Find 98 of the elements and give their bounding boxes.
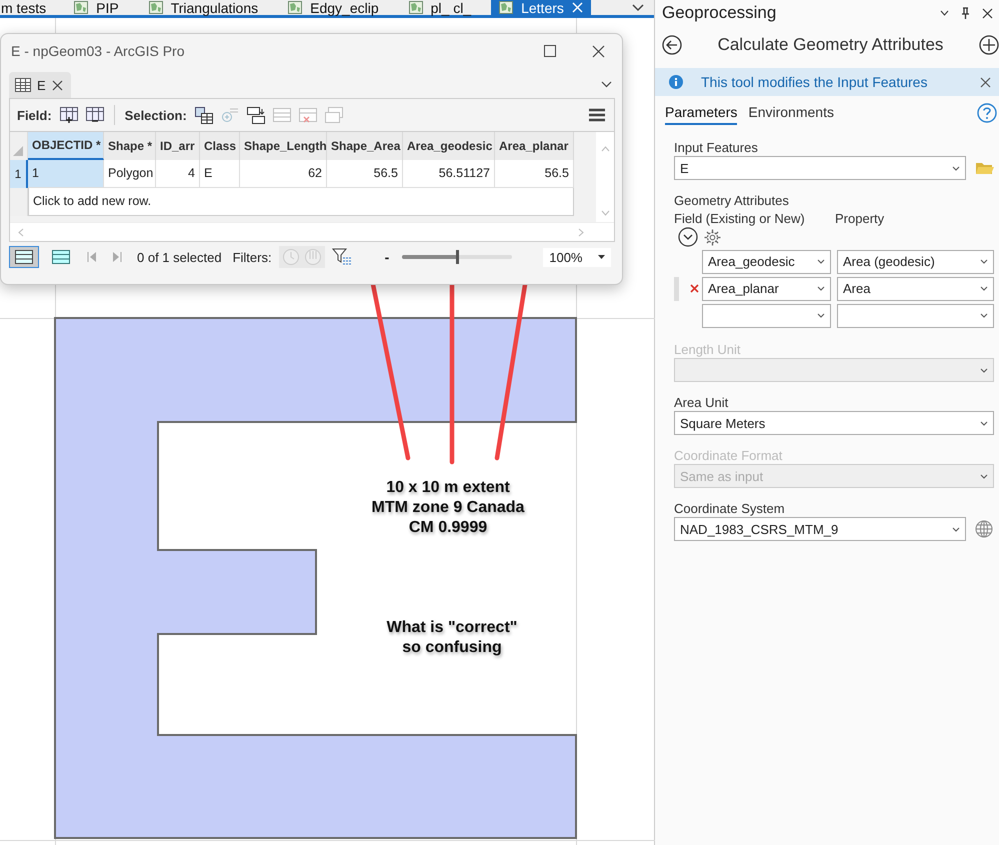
property-dropdown[interactable]: Area <box>837 276 994 300</box>
filters-label: Filters: <box>232 250 272 264</box>
chevron-down-icon[interactable] <box>817 313 825 318</box>
map-tab[interactable]: m tests <box>0 0 58 15</box>
chevron-down-icon[interactable] <box>980 286 988 291</box>
table-tab[interactable]: E <box>9 72 71 98</box>
chevron-down-icon[interactable] <box>817 286 825 291</box>
annotation-text: 10 x 10 m extent MTM zone 9 Canada CM 0.9999 <box>370 478 526 538</box>
zoom-slider[interactable] <box>402 250 512 264</box>
info-message: This tool modifies the Input Features <box>701 74 928 90</box>
chevron-down-icon[interactable] <box>940 10 949 16</box>
chevron-down-icon[interactable] <box>952 526 960 532</box>
select-by-attributes-icon[interactable] <box>194 106 213 124</box>
parameter-label: Geometry Attributes <box>674 193 790 209</box>
pin-icon[interactable] <box>961 7 970 19</box>
add-row-hint[interactable]: Click to add new row. <box>28 188 574 216</box>
pane-tab[interactable]: Environments <box>748 102 834 124</box>
column-header[interactable]: Area_geodesic <box>403 132 495 160</box>
area-unit-dropdown[interactable]: Square Meters <box>674 411 994 435</box>
field-label: Field: <box>17 108 52 122</box>
chevron-down-icon[interactable] <box>980 368 988 372</box>
column-header[interactable]: Shape * <box>104 132 156 160</box>
parameter-label: Coordinate System <box>674 501 786 517</box>
row-number: 1 <box>10 160 28 188</box>
map-tab[interactable]: Edgy_eclip <box>272 0 393 15</box>
zoom-dropdown[interactable]: 100% <box>543 248 612 266</box>
map-icon <box>148 1 163 14</box>
pane-title: Geoprocessing <box>662 3 776 23</box>
close-icon[interactable] <box>982 8 993 18</box>
input-features-dropdown[interactable]: E <box>674 156 966 180</box>
parameter-label: Coordinate Format <box>674 448 784 464</box>
table-cell: 62 <box>240 160 327 188</box>
table-cell: 1 <box>28 160 104 188</box>
back-icon[interactable] <box>662 35 682 55</box>
pane-tab[interactable]: Parameters <box>665 102 738 124</box>
map-tab[interactable]: PIP <box>58 0 133 15</box>
table-cell: E <box>200 160 240 188</box>
selection-label: Selection: <box>124 108 187 122</box>
globe-icon[interactable] <box>975 520 993 538</box>
parameter-label: Length Unit <box>674 342 742 358</box>
field-dropdown[interactable] <box>702 304 831 328</box>
map-tab[interactable]: Letters <box>491 0 591 15</box>
map-icon <box>408 1 423 14</box>
add-icon[interactable] <box>979 35 999 55</box>
show-all-records-button[interactable] <box>9 246 39 268</box>
table-cell: 4 <box>156 160 200 188</box>
gear-icon[interactable] <box>704 228 721 246</box>
property-dropdown[interactable]: Area (geodesic) <box>837 250 994 274</box>
tool-title: Calculate Geometry Attributes <box>716 35 944 55</box>
info-icon <box>669 75 683 89</box>
chevron-down-icon[interactable] <box>601 81 612 88</box>
column-header[interactable]: Area_planar <box>495 132 574 160</box>
column-header[interactable]: Shape_Area <box>327 132 403 160</box>
table-cell: Polygon <box>104 160 156 188</box>
maximize-icon[interactable] <box>544 45 556 57</box>
table-icon <box>15 78 31 92</box>
field-dropdown[interactable]: Area_planar <box>702 276 831 300</box>
record-count: 0 of 1 selected <box>137 250 222 264</box>
caret-icon[interactable] <box>598 255 606 259</box>
column-header[interactable]: Class <box>200 132 240 160</box>
field-dropdown[interactable]: Area_geodesic <box>702 250 831 274</box>
column-header[interactable]: ID_arr <box>156 132 200 160</box>
column-header[interactable]: Shape_Length <box>240 132 327 160</box>
chevron-down-icon[interactable] <box>632 4 644 12</box>
close-icon[interactable] <box>980 76 991 88</box>
parameter-label: Area Unit <box>674 395 730 411</box>
map-tab[interactable]: pl_ cl_ <box>392 0 486 15</box>
close-icon[interactable] <box>592 44 605 58</box>
column-header: Field (Existing or New) <box>674 211 806 226</box>
chevron-down-icon[interactable] <box>980 259 988 264</box>
annotation-text: What is "correct" so confusing <box>386 618 518 658</box>
table-cell: 56.51127 <box>403 160 495 188</box>
window-title: E - npGeom03 - ArcGIS Pro <box>11 43 186 59</box>
column-header[interactable]: OBJECTID * <box>28 132 104 160</box>
zoom-out-button[interactable]: - <box>384 249 390 265</box>
add-field-icon[interactable] <box>60 106 78 124</box>
menu-icon[interactable] <box>589 108 605 122</box>
drag-handle[interactable] <box>674 276 679 300</box>
collapse-icon[interactable] <box>678 227 698 247</box>
map-icon <box>499 1 514 14</box>
delete-field-icon[interactable] <box>86 106 104 124</box>
chevron-down-icon[interactable] <box>952 166 960 170</box>
coordinate-system-dropdown[interactable]: NAD_1983_CSRS_MTM_9 <box>674 517 966 541</box>
close-icon[interactable] <box>52 80 63 90</box>
remove-icon[interactable] <box>690 284 698 293</box>
chevron-down-icon[interactable] <box>980 420 988 426</box>
switch-selection-icon[interactable] <box>246 106 265 124</box>
map-icon <box>74 1 88 14</box>
parameter-label: Input Features <box>674 140 759 156</box>
map-tab[interactable]: Triangulations <box>132 0 272 15</box>
map-icon <box>288 1 302 14</box>
chevron-down-icon[interactable] <box>817 259 825 264</box>
chevron-down-icon[interactable] <box>980 313 988 318</box>
help-icon[interactable] <box>977 103 997 123</box>
table-cell: 56.5 <box>495 160 574 188</box>
column-header: Property <box>835 211 884 226</box>
filter-icon[interactable] <box>332 248 352 266</box>
table-cell: 56.5 <box>327 160 403 188</box>
